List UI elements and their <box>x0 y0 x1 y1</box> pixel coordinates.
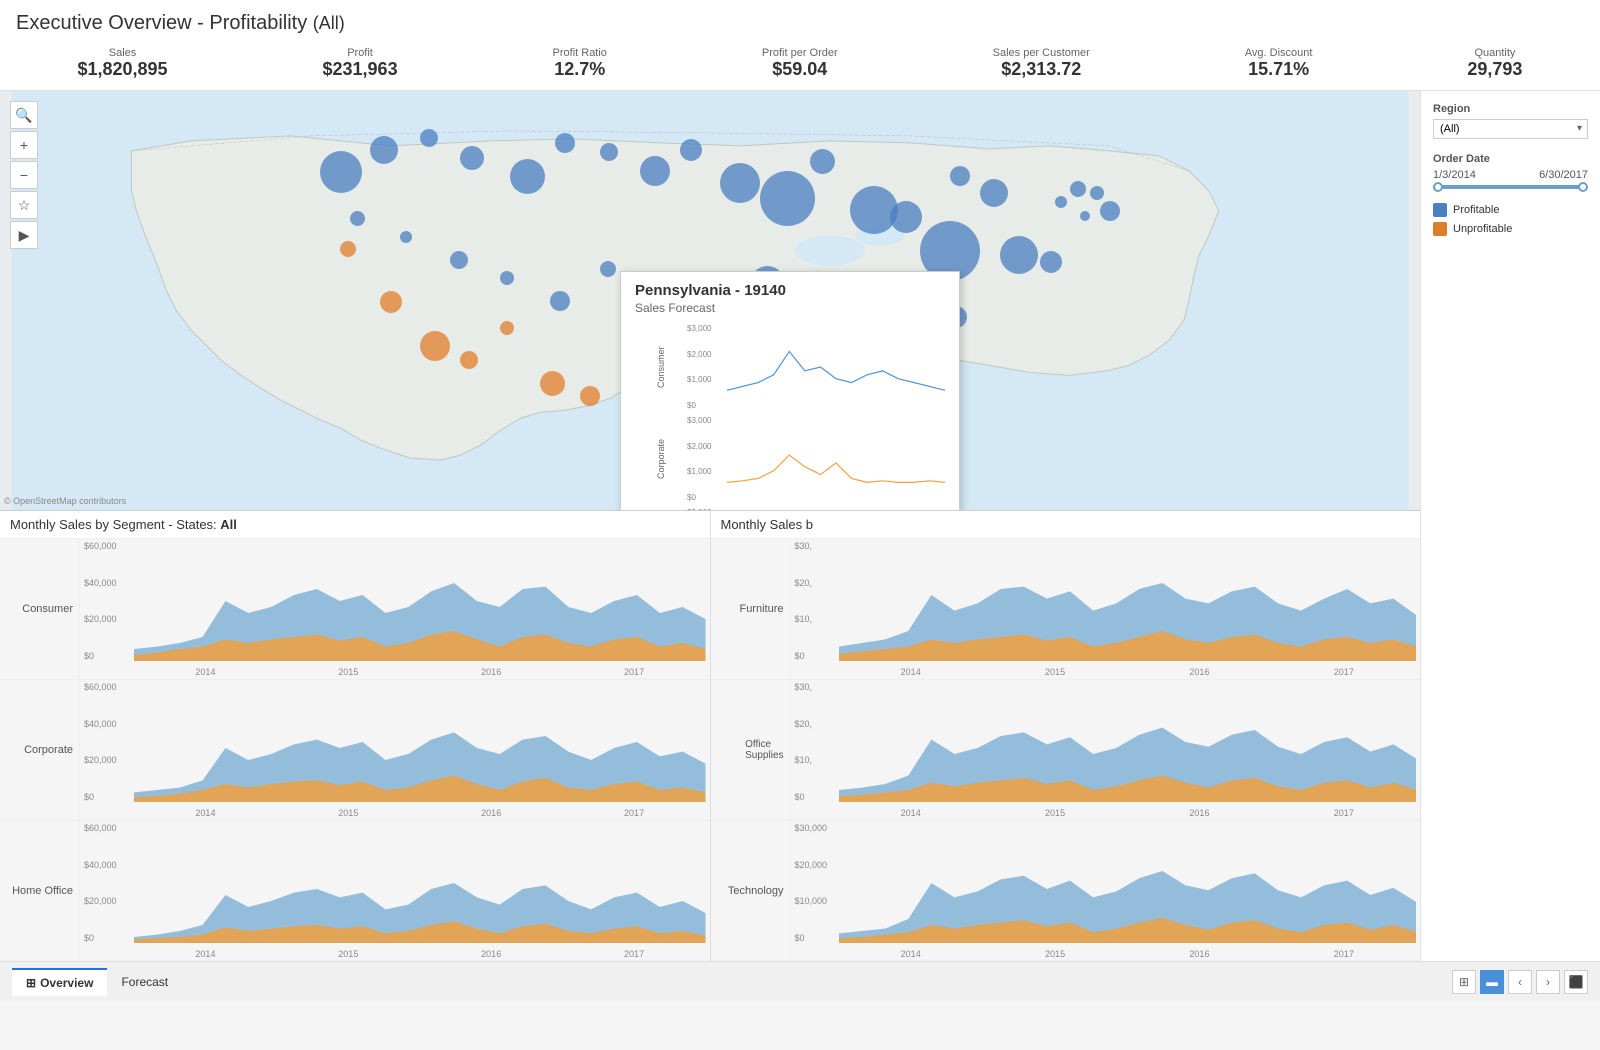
tab-overview[interactable]: ⊞ Overview <box>12 968 107 996</box>
consumer-label: Consumer <box>0 539 80 679</box>
charts-container: Monthly Sales by Segment - States: All C… <box>0 511 1420 961</box>
chart-row-technology: Technology $30,000 $20,000 $10,000 $0 <box>711 821 1421 961</box>
left-charts-title: Monthly Sales by Segment - States: All <box>0 511 710 539</box>
homeoffice-label: Home Office <box>0 821 80 961</box>
grid-view-button[interactable]: ⊞ <box>1452 970 1476 994</box>
legend-unprofitable: Unprofitable <box>1433 222 1588 236</box>
corporate-chart: $60,000 $40,000 $20,000 $0 <box>80 680 710 820</box>
officesupplies-label: OfficeSupplies <box>711 680 791 820</box>
fullscreen-button[interactable]: ⬛ <box>1564 970 1588 994</box>
profitable-color <box>1433 203 1447 217</box>
search-button[interactable]: 🔍 <box>10 101 38 129</box>
right-chart-rows: Furniture $30, $20, $10, $0 <box>711 539 1421 961</box>
overview-tab-label: Overview <box>40 976 93 990</box>
main-area: 🔍 + − ☆ ▶ © OpenStreetMap contributors <box>0 91 1600 961</box>
prev-button[interactable]: ‹ <box>1508 970 1532 994</box>
tooltip-consumer-label: Consumer <box>635 323 687 411</box>
unprofitable-label: Unprofitable <box>1453 223 1512 235</box>
officesupplies-chart: $30, $20, $10, $0 <box>791 680 1421 820</box>
technology-chart: $30,000 $20,000 $10,000 $0 <box>791 821 1421 961</box>
region-filter: Region (All) <box>1433 103 1588 139</box>
range-thumb-right[interactable] <box>1578 182 1588 192</box>
map-area[interactable]: 🔍 + − ☆ ▶ © OpenStreetMap contributors <box>0 91 1420 511</box>
footer-right: ⊞ ▬ ‹ › ⬛ <box>1452 970 1588 994</box>
forecast-tab-label: Forecast <box>121 975 168 989</box>
chart-row-homeoffice: Home Office $60,000 $40,000 $20,000 $0 <box>0 821 710 961</box>
play-button[interactable]: ▶ <box>10 221 38 249</box>
right-charts-title: Monthly Sales b <box>711 511 1421 539</box>
kpi-avg-discount: Avg. Discount 15.71% <box>1245 47 1313 80</box>
list-view-button[interactable]: ▬ <box>1480 970 1504 994</box>
date-range-display: 1/3/2014 6/30/2017 <box>1433 169 1588 181</box>
overview-tab-icon: ⊞ <box>26 976 36 990</box>
corporate-label: Corporate <box>0 680 80 820</box>
legend-profitable: Profitable <box>1433 203 1588 217</box>
kpi-profit-ratio: Profit Ratio 12.7% <box>553 47 607 80</box>
zoom-in-button[interactable]: + <box>10 131 38 159</box>
zoom-out-button[interactable]: − <box>10 161 38 189</box>
region-select[interactable]: (All) <box>1433 119 1588 139</box>
kpi-sales-per-customer: Sales per Customer $2,313.72 <box>993 47 1090 80</box>
tooltip-subtitle: Sales Forecast <box>635 301 945 315</box>
kpi-profit: Profit $231,963 <box>323 47 398 80</box>
unprofitable-color <box>1433 222 1447 236</box>
range-thumb-left[interactable] <box>1433 182 1443 192</box>
furniture-label: Furniture <box>711 539 791 679</box>
tooltip-title: Pennsylvania - 19140 <box>635 282 945 299</box>
header: Executive Overview - Profitability (All) <box>0 0 1600 41</box>
chart-row-consumer: Consumer $60,000 $40,000 $20,000 $0 <box>0 539 710 680</box>
chart-row-corporate: Corporate $60,000 $40,000 $20,000 $0 <box>0 680 710 821</box>
tab-forecast[interactable]: Forecast <box>107 969 182 995</box>
bookmark-button[interactable]: ☆ <box>10 191 38 219</box>
page-title: Executive Overview - Profitability (All) <box>16 12 1584 35</box>
next-button[interactable]: › <box>1536 970 1560 994</box>
technology-label: Technology <box>711 821 791 961</box>
tooltip-corporate-label: Corporate <box>635 415 687 503</box>
profitable-label: Profitable <box>1453 204 1499 216</box>
order-date-label: Order Date <box>1433 153 1588 165</box>
kpi-quantity: Quantity 29,793 <box>1467 47 1522 80</box>
tooltip: Pennsylvania - 19140 Sales Forecast Cons… <box>620 271 960 511</box>
region-label: Region <box>1433 103 1588 115</box>
charts-bottom: Monthly Sales by Segment - States: All C… <box>0 511 1420 961</box>
kpi-bar: Sales $1,820,895 Profit $231,963 Profit … <box>0 41 1600 91</box>
kpi-sales: Sales $1,820,895 <box>77 47 167 80</box>
date-range-slider[interactable] <box>1433 185 1588 189</box>
left-chart-section: Monthly Sales by Segment - States: All C… <box>0 511 711 961</box>
map-attribution: © OpenStreetMap contributors <box>4 496 126 506</box>
chart-row-furniture: Furniture $30, $20, $10, $0 <box>711 539 1421 680</box>
right-chart-section: Monthly Sales b Furniture $30, $20, $10, <box>711 511 1421 961</box>
order-date-filter: Order Date 1/3/2014 6/30/2017 <box>1433 153 1588 189</box>
legend: Profitable Unprofitable <box>1433 203 1588 236</box>
kpi-profit-per-order: Profit per Order $59.04 <box>762 47 838 80</box>
map-controls: 🔍 + − ☆ ▶ <box>10 101 38 249</box>
region-select-wrap[interactable]: (All) <box>1433 119 1588 139</box>
consumer-chart: $60,000 $40,000 $20,000 $0 <box>80 539 710 679</box>
tooltip-homeoffice-label: Home Office <box>635 507 687 511</box>
chart-row-officesupplies: OfficeSupplies $30, $20, $10, $0 <box>711 680 1421 821</box>
right-sidebar: Region (All) Order Date 1/3/2014 6/30/20… <box>1420 91 1600 961</box>
homeoffice-chart: $60,000 $40,000 $20,000 $0 <box>80 821 710 961</box>
left-panel: 🔍 + − ☆ ▶ © OpenStreetMap contributors <box>0 91 1420 961</box>
left-chart-rows: Consumer $60,000 $40,000 $20,000 $0 <box>0 539 710 961</box>
furniture-chart: $30, $20, $10, $0 <box>791 539 1421 679</box>
footer: ⊞ Overview Forecast ⊞ ▬ ‹ › ⬛ <box>0 961 1600 1001</box>
